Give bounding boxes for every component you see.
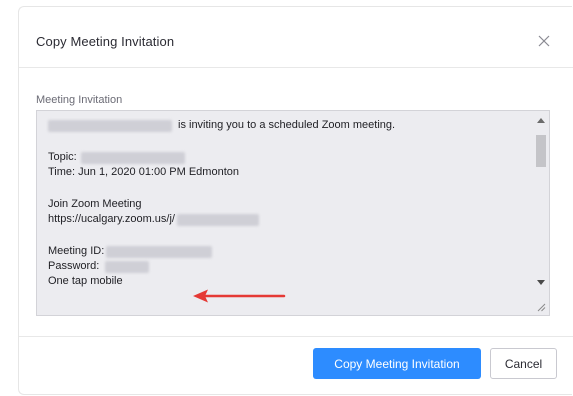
topic-line: Topic: xyxy=(48,150,523,165)
password-label: Password: xyxy=(48,260,100,272)
copy-invitation-dialog: Copy Meeting Invitation Meeting Invitati… xyxy=(18,6,573,395)
invitation-text: is inviting you to a scheduled Zoom meet… xyxy=(48,118,523,289)
one-tap-line: One tap mobile xyxy=(48,275,123,287)
redacted-meeting-id xyxy=(106,245,213,258)
url-line: https://ucalgary.zoom.us/j/ xyxy=(48,212,523,227)
meeting-url: https://ucalgary.zoom.us/j/ xyxy=(48,213,175,225)
redacted-host-name xyxy=(48,119,172,132)
meeting-id-label: Meeting ID: xyxy=(48,245,105,257)
redacted-topic xyxy=(80,151,185,164)
invite-line: is inviting you to a scheduled Zoom meet… xyxy=(48,118,523,133)
cancel-button[interactable]: Cancel xyxy=(490,348,557,379)
header-divider xyxy=(19,67,573,68)
vertical-scrollbar[interactable] xyxy=(533,111,549,315)
invitation-textarea[interactable]: is inviting you to a scheduled Zoom meet… xyxy=(36,110,550,316)
scroll-thumb[interactable] xyxy=(536,135,546,167)
scroll-up-arrow-icon[interactable] xyxy=(537,118,545,123)
resize-grip-icon[interactable] xyxy=(537,303,546,312)
close-icon[interactable] xyxy=(537,34,551,48)
inviting-text: is inviting you to a scheduled Zoom meet… xyxy=(178,119,396,131)
time-line: Time: Jun 1, 2020 01:00 PM Edmonton xyxy=(48,166,239,178)
topic-label: Topic: xyxy=(48,151,77,163)
copy-meeting-invitation-button[interactable]: Copy Meeting Invitation xyxy=(313,348,481,379)
footer-divider xyxy=(19,336,573,337)
join-line: Join Zoom Meeting xyxy=(48,198,142,210)
dialog-title: Copy Meeting Invitation xyxy=(36,34,175,49)
scroll-down-arrow-icon[interactable] xyxy=(537,280,545,285)
password-line: Password: xyxy=(48,259,523,274)
redacted-meeting-code xyxy=(176,213,259,226)
red-annotation-arrow-icon xyxy=(193,289,286,303)
meeting-id-line: Meeting ID: xyxy=(48,244,523,259)
meeting-invitation-label: Meeting Invitation xyxy=(36,94,123,106)
redacted-password xyxy=(105,260,150,273)
